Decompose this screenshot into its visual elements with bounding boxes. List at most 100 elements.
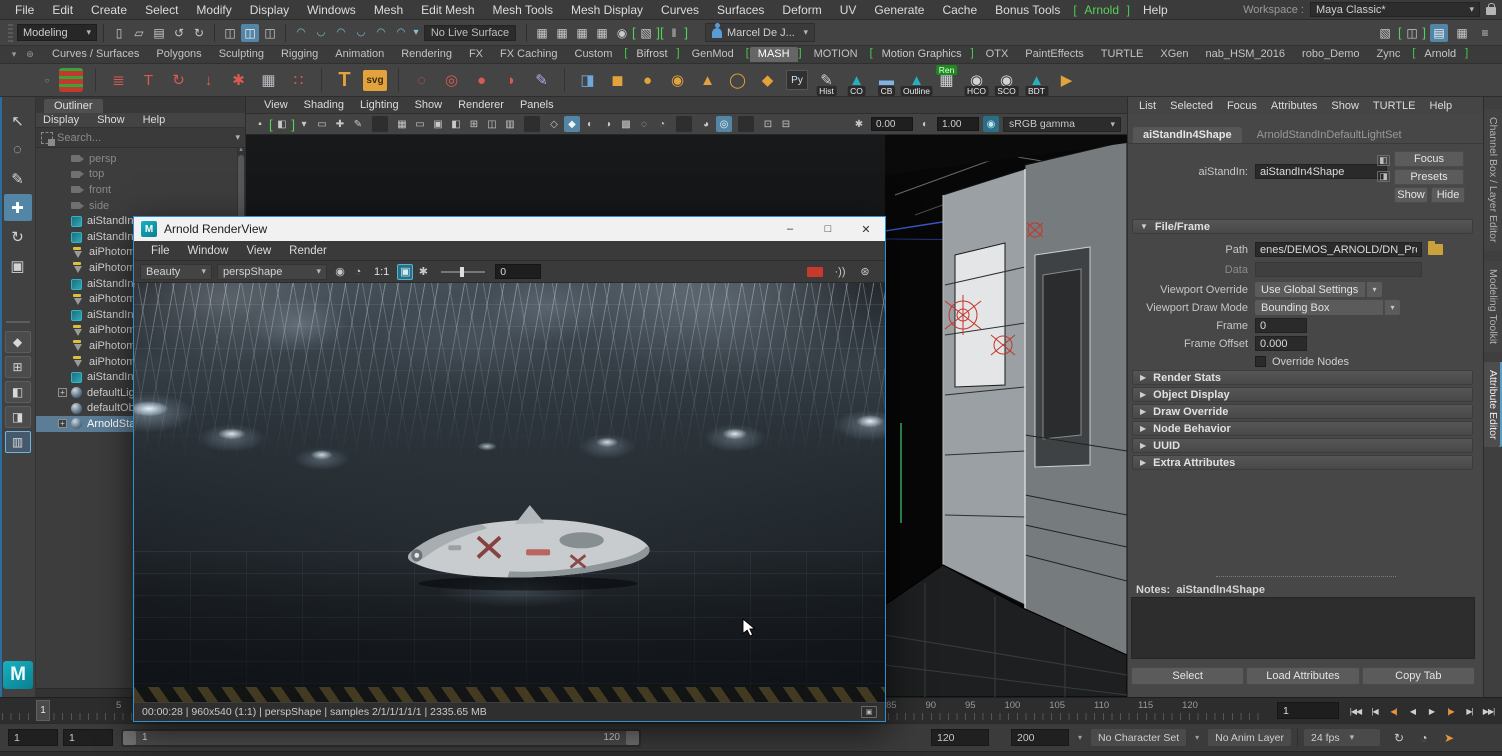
viewport-icon[interactable] <box>738 116 754 132</box>
move-tool[interactable]: ✚ <box>4 194 32 221</box>
section-header[interactable]: Object Display <box>1132 387 1473 402</box>
exposure-icon[interactable]: ✱ <box>851 116 867 132</box>
layer-stack-icon[interactable]: ≡ <box>1476 24 1494 42</box>
view-transform-selector[interactable]: sRGB gamma <box>1003 117 1121 132</box>
time-clock-icon[interactable]: ◔ <box>1415 729 1433 747</box>
paint-brush-icon[interactable]: ✎ <box>527 65 556 95</box>
hypershade-icon[interactable]: ◉ <box>613 24 631 42</box>
menu-item[interactable]: Select <box>136 0 187 20</box>
arnold-renderview-icon[interactable]: ▧ <box>637 24 655 42</box>
go-to-end-button[interactable]: ▶▶| <box>1479 702 1498 720</box>
menu-item[interactable]: Help <box>1134 0 1177 20</box>
display-wheel-icon[interactable]: ◔ <box>350 264 366 280</box>
shelf-tab[interactable]: Rigging <box>273 47 326 62</box>
bullet-circle-icon[interactable]: ◎ <box>437 65 466 95</box>
poly-diamond-icon[interactable]: ◆ <box>753 65 782 95</box>
color-management-icon[interactable]: ◉ <box>983 116 999 132</box>
node-name-field[interactable] <box>1255 164 1387 179</box>
menu-item[interactable]: Deform <box>773 0 830 20</box>
search-input[interactable] <box>57 131 231 145</box>
expand-toggle[interactable] <box>58 217 67 226</box>
menu-item[interactable]: Mesh Display <box>562 0 652 20</box>
menu-item[interactable]: Display <box>241 0 298 20</box>
viewport-menu-item[interactable]: Lighting <box>352 95 407 115</box>
menu-item[interactable]: Windows <box>298 0 365 20</box>
safe-action-icon[interactable]: ◫ <box>484 116 500 132</box>
tab-aistandin4shape[interactable]: aiStandIn4Shape <box>1133 127 1242 143</box>
attribute-editor-menu-item[interactable]: Help <box>1423 96 1460 116</box>
wireframe-icon[interactable]: ◇ <box>546 116 562 132</box>
section-header[interactable]: Draw Override <box>1132 404 1473 419</box>
viewport-menu-item[interactable]: View <box>256 95 296 115</box>
snap-grid-icon[interactable]: ◠ <box>292 24 310 42</box>
section-header[interactable]: Node Behavior <box>1132 421 1473 436</box>
plugin-shading-icon[interactable]: ⊡ <box>760 116 776 132</box>
menu-item[interactable]: Create <box>82 0 136 20</box>
expand-toggle[interactable] <box>58 404 67 413</box>
expand-toggle[interactable] <box>58 263 67 272</box>
make-live-icon[interactable]: ◠ <box>392 24 410 42</box>
save-scene-icon[interactable]: ▤ <box>150 24 168 42</box>
lasso-tool[interactable]: ◌ <box>4 136 32 163</box>
viewport-icon[interactable] <box>372 116 388 132</box>
hide-button[interactable]: Hide <box>1431 187 1465 203</box>
expand-toggle[interactable] <box>58 185 67 194</box>
grid-icon[interactable]: ▦ <box>394 116 410 132</box>
snap-curve-icon[interactable]: ◡ <box>312 24 330 42</box>
attribute-editor-menu-item[interactable]: List <box>1132 96 1163 116</box>
menu-item[interactable]: Bonus Tools <box>986 0 1069 20</box>
mash-placer-icon[interactable]: ↓ <box>194 65 223 95</box>
anim-layer-arrow-icon[interactable] <box>1190 731 1204 745</box>
workspace-selector[interactable]: Maya Classic* <box>1310 2 1480 17</box>
sequence-icon[interactable]: ⊟ <box>778 116 794 132</box>
mash-points-icon[interactable]: ∷ <box>284 65 313 95</box>
shelf-tab[interactable]: TURTLE <box>1093 47 1152 62</box>
viewport-draw-mode-selector[interactable]: Bounding Box <box>1255 300 1383 315</box>
menu-item[interactable]: UV <box>831 0 866 20</box>
fps-selector[interactable]: 24 fps <box>1304 729 1380 746</box>
menu-item[interactable]: Generate <box>865 0 933 20</box>
dropdown-arrow-icon[interactable] <box>1384 300 1400 315</box>
shelf-tab[interactable]: PaintEffects <box>1017 47 1092 62</box>
current-time-marker[interactable]: 1 <box>36 700 50 721</box>
textured-icon[interactable]: ◐ <box>582 116 598 132</box>
range-start-handle[interactable] <box>123 731 136 745</box>
python-icon[interactable]: Py <box>786 70 808 90</box>
expand-toggle[interactable] <box>58 279 67 288</box>
layout-pane-c[interactable]: ◨ <box>5 406 31 428</box>
select-button[interactable]: Select <box>1131 667 1244 685</box>
presets-button[interactable]: Presets <box>1394 169 1464 185</box>
undo-icon[interactable]: ↺ <box>170 24 188 42</box>
zoom-ratio-label[interactable]: 1:1 <box>374 266 389 278</box>
aov-selector[interactable]: Beauty <box>140 264 212 280</box>
play-particles-icon[interactable]: ▶ <box>1052 65 1081 95</box>
frame-offset-field[interactable] <box>1255 336 1307 351</box>
viewport-icon[interactable] <box>524 116 540 132</box>
step-forward-key-button[interactable]: |▶ <box>1441 702 1460 720</box>
co-shelf-icon[interactable]: ▲CO <box>842 65 871 95</box>
svg-tool-icon[interactable]: svg <box>363 70 387 91</box>
grip-handle[interactable] <box>8 24 13 42</box>
refresh-render-icon[interactable]: ✱ <box>415 264 431 280</box>
menu-item[interactable]: File <box>6 0 43 20</box>
attribute-editor-menu-item[interactable]: Focus <box>1220 96 1264 116</box>
shelf-tab[interactable]: Curves / Surfaces <box>44 47 147 62</box>
shelf-tab[interactable]: OTX <box>978 47 1017 62</box>
shelf-tab[interactable]: Rendering <box>393 47 460 62</box>
select-object-icon[interactable]: ◫ <box>241 24 259 42</box>
gate-mask-icon[interactable]: ◧ <box>448 116 464 132</box>
isolate-select-icon[interactable]: ◎ <box>716 116 732 132</box>
step-forward-frame-button[interactable]: ▶| <box>1460 702 1479 720</box>
new-scene-icon[interactable]: ▯ <box>110 24 128 42</box>
select-tool[interactable]: ↖ <box>4 107 32 134</box>
live-surface-field[interactable]: No Live Surface <box>424 25 516 41</box>
expand-toggle[interactable] <box>58 341 67 350</box>
attribute-editor-menu-item[interactable]: Selected <box>1163 96 1220 116</box>
expand-toggle[interactable] <box>58 201 67 210</box>
character-controls-icon[interactable]: ◫ <box>1403 24 1421 42</box>
layout-outliner-persp[interactable]: ▥ <box>5 431 31 453</box>
region-render-icon[interactable]: ▣ <box>397 264 413 280</box>
select-camera-icon[interactable]: ▪ <box>252 116 268 132</box>
use-lights-icon[interactable]: ◑ <box>600 116 616 132</box>
mash-waiter-icon[interactable] <box>59 68 83 92</box>
